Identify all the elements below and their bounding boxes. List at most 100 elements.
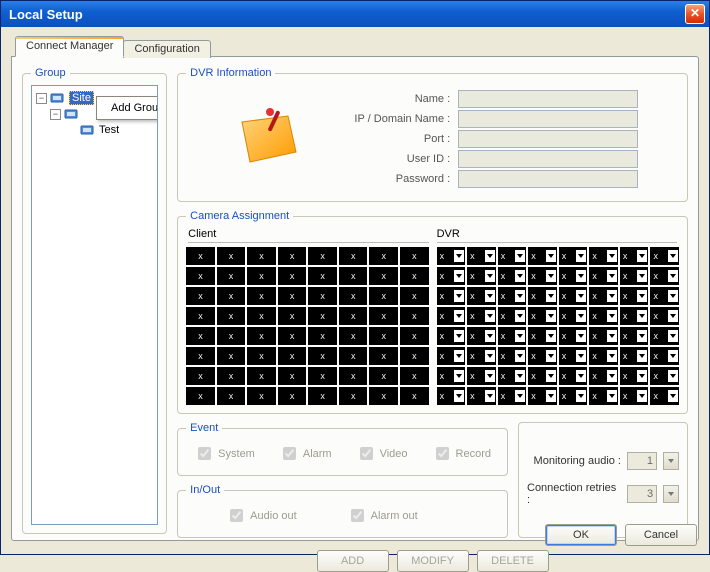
chevron-down-icon[interactable]	[515, 310, 525, 322]
dvr-cell[interactable]: x	[467, 247, 496, 265]
dvr-cell[interactable]: x	[498, 247, 527, 265]
chevron-down-icon[interactable]	[454, 250, 464, 262]
client-cell[interactable]: x	[217, 307, 246, 325]
client-cell[interactable]: x	[278, 247, 307, 265]
dvr-cell[interactable]: x	[559, 327, 588, 345]
chevron-down-icon[interactable]	[637, 290, 647, 302]
dvr-cell[interactable]: x	[559, 307, 588, 325]
dvr-cell[interactable]: x	[498, 327, 527, 345]
user-field[interactable]	[458, 150, 638, 168]
client-cell[interactable]: x	[186, 327, 215, 345]
dvr-cell[interactable]: x	[498, 307, 527, 325]
port-field[interactable]	[458, 130, 638, 148]
dvr-cell[interactable]: x	[589, 367, 618, 385]
chevron-down-icon[interactable]	[607, 370, 617, 382]
client-cell[interactable]: x	[339, 327, 368, 345]
dvr-cell[interactable]: x	[498, 367, 527, 385]
check-alarm-out[interactable]: Alarm out	[347, 506, 418, 525]
client-cell[interactable]: x	[339, 387, 368, 405]
dvr-cell[interactable]: x	[467, 347, 496, 365]
client-cell[interactable]: x	[217, 247, 246, 265]
dvr-cell[interactable]: x	[589, 327, 618, 345]
client-cell[interactable]: x	[400, 347, 429, 365]
dvr-cell[interactable]: x	[620, 367, 649, 385]
client-cell[interactable]: x	[217, 287, 246, 305]
dvr-cell[interactable]: x	[650, 287, 679, 305]
dvr-cell[interactable]: x	[620, 347, 649, 365]
chevron-down-icon[interactable]	[485, 310, 495, 322]
chevron-down-icon[interactable]	[637, 310, 647, 322]
check-alarm[interactable]: Alarm	[279, 444, 332, 463]
client-cell[interactable]: x	[186, 247, 215, 265]
client-cell[interactable]: x	[400, 307, 429, 325]
chevron-down-icon[interactable]	[454, 330, 464, 342]
chevron-down-icon[interactable]	[515, 370, 525, 382]
client-cell[interactable]: x	[308, 367, 337, 385]
client-cell[interactable]: x	[369, 247, 398, 265]
chevron-down-icon[interactable]	[546, 270, 556, 282]
client-cell[interactable]: x	[217, 367, 246, 385]
check-audio-out[interactable]: Audio out	[226, 506, 296, 525]
ok-button[interactable]: OK	[545, 524, 617, 546]
client-cell[interactable]: x	[247, 247, 276, 265]
chevron-down-icon[interactable]	[454, 390, 464, 402]
dvr-cell[interactable]: x	[467, 387, 496, 405]
dvr-cell[interactable]: x	[437, 267, 466, 285]
chevron-down-icon[interactable]	[607, 350, 617, 362]
tree-expander[interactable]: −	[50, 109, 61, 120]
tab-configuration[interactable]: Configuration	[123, 40, 210, 58]
chevron-down-icon[interactable]	[576, 250, 586, 262]
dvr-cell[interactable]: x	[620, 287, 649, 305]
client-cell[interactable]: x	[339, 307, 368, 325]
dvr-cell[interactable]: x	[589, 307, 618, 325]
chevron-down-icon[interactable]	[668, 390, 678, 402]
client-cell[interactable]: x	[278, 327, 307, 345]
chevron-down-icon[interactable]	[607, 390, 617, 402]
client-cell[interactable]: x	[369, 327, 398, 345]
chevron-down-icon[interactable]	[546, 390, 556, 402]
check-system[interactable]: System	[194, 444, 255, 463]
dvr-cell[interactable]: x	[437, 367, 466, 385]
dvr-cell[interactable]: x	[650, 367, 679, 385]
dvr-cell[interactable]: x	[498, 347, 527, 365]
chevron-down-icon[interactable]	[485, 330, 495, 342]
dvr-cell[interactable]: x	[437, 307, 466, 325]
chevron-down-icon[interactable]	[546, 250, 556, 262]
chevron-down-icon[interactable]	[637, 270, 647, 282]
chevron-down-icon[interactable]	[607, 290, 617, 302]
dvr-cell[interactable]: x	[589, 267, 618, 285]
client-cell[interactable]: x	[400, 267, 429, 285]
modify-button[interactable]: MODIFY	[397, 550, 469, 572]
client-cell[interactable]: x	[400, 247, 429, 265]
chevron-down-icon[interactable]	[515, 390, 525, 402]
chevron-down-icon[interactable]	[637, 370, 647, 382]
client-cell[interactable]: x	[369, 347, 398, 365]
dvr-cell[interactable]: x	[589, 347, 618, 365]
dvr-cell[interactable]: x	[528, 267, 557, 285]
chevron-down-icon[interactable]	[576, 350, 586, 362]
client-cell[interactable]: x	[369, 267, 398, 285]
chevron-down-icon[interactable]	[454, 270, 464, 282]
client-cell[interactable]: x	[400, 367, 429, 385]
client-cell[interactable]: x	[278, 267, 307, 285]
tree-expander[interactable]: −	[36, 93, 47, 104]
dvr-cell[interactable]: x	[650, 387, 679, 405]
dvr-cell[interactable]: x	[498, 387, 527, 405]
chevron-down-icon[interactable]	[515, 330, 525, 342]
chevron-down-icon[interactable]	[668, 310, 678, 322]
client-cell[interactable]: x	[308, 247, 337, 265]
chevron-down-icon[interactable]	[637, 390, 647, 402]
client-cell[interactable]: x	[217, 327, 246, 345]
chevron-down-icon[interactable]	[668, 370, 678, 382]
dvr-cell[interactable]: x	[650, 347, 679, 365]
chevron-down-icon[interactable]	[485, 250, 495, 262]
chevron-down-icon[interactable]	[576, 290, 586, 302]
dvr-cell[interactable]: x	[467, 267, 496, 285]
chevron-down-icon[interactable]	[546, 370, 556, 382]
client-cell[interactable]: x	[308, 327, 337, 345]
dvr-cell[interactable]: x	[528, 287, 557, 305]
chevron-down-icon[interactable]	[637, 250, 647, 262]
dvr-cell[interactable]: x	[620, 327, 649, 345]
client-cell[interactable]: x	[247, 327, 276, 345]
chevron-down-icon[interactable]	[454, 370, 464, 382]
